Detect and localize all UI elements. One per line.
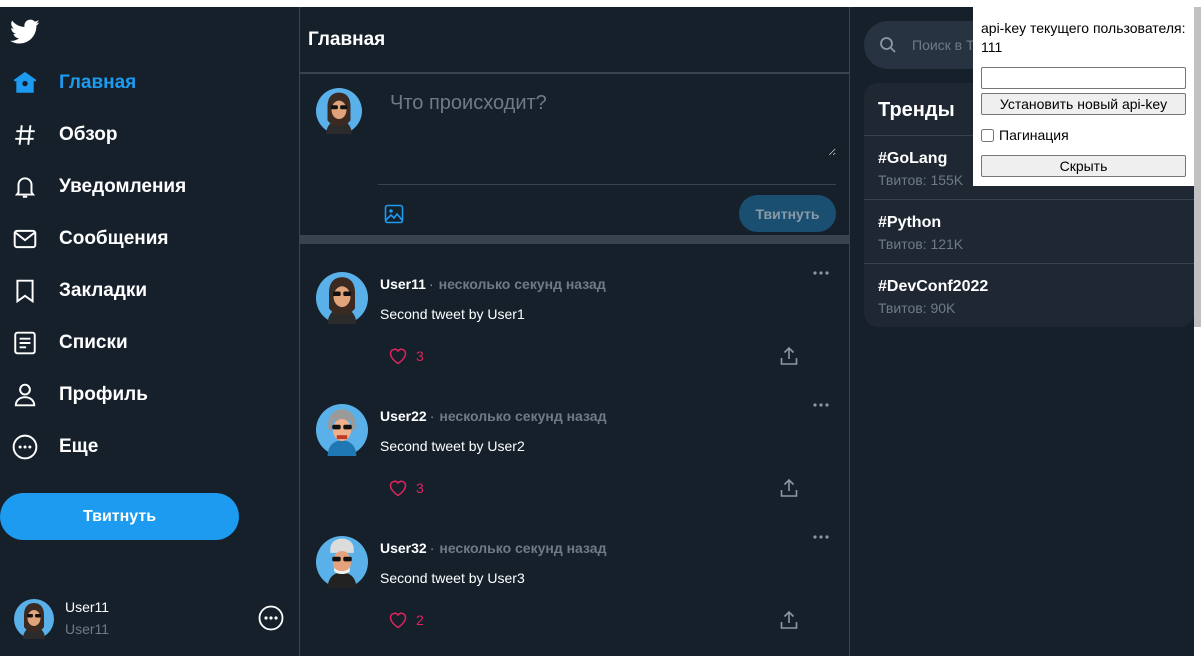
tweet-timestamp: несколько секунд назад	[438, 276, 606, 292]
avatar[interactable]	[316, 402, 368, 458]
nav-item-messages[interactable]: Сообщения	[0, 219, 169, 259]
api-key-input[interactable]	[981, 67, 1186, 89]
profile-icon	[12, 382, 38, 408]
tweet-header: User32 · несколько секунд назад	[380, 540, 606, 556]
trend-item[interactable]: #Python Твитов: 121K	[864, 199, 1194, 263]
trend-count: Твитов: 90K	[878, 300, 956, 316]
trend-tag: #DevConf2022	[878, 278, 989, 295]
scrollbar-thumb[interactable]	[1194, 7, 1201, 327]
pagination-toggle[interactable]: Пагинация	[981, 127, 1069, 143]
avatar	[14, 599, 54, 639]
compose-box: Твитнуть	[300, 74, 849, 244]
search-icon	[880, 37, 896, 53]
current-user-card[interactable]: User11 User11	[14, 597, 289, 643]
tweet-author[interactable]: User22	[380, 408, 427, 424]
avatar[interactable]	[316, 270, 368, 326]
tweet-author[interactable]: User11	[380, 276, 426, 292]
bell-icon	[12, 174, 38, 200]
set-api-key-button[interactable]: Установить новый api-key	[981, 93, 1186, 115]
trend-count: Твитов: 121K	[878, 236, 964, 252]
like-button[interactable]: 3	[388, 346, 424, 366]
bookmark-icon	[12, 278, 38, 304]
compose-submit-button[interactable]: Твитнуть	[739, 195, 836, 232]
sidebar: Главная Обзор Уведомления Сообщения Закл…	[0, 7, 299, 656]
heart-icon	[389, 348, 407, 365]
like-count: 3	[416, 348, 424, 364]
envelope-icon	[12, 226, 38, 252]
trends-title: Тренды	[878, 99, 955, 121]
separator-dot: ·	[428, 276, 434, 292]
compose-divider	[378, 184, 836, 185]
separator-dot: ·	[429, 540, 435, 556]
sidebar-tweet-button[interactable]: Твитнуть	[0, 493, 239, 540]
more-circle-icon	[12, 434, 38, 460]
trend-count: Твитов: 155K	[878, 172, 964, 188]
tweet-timestamp: несколько секунд назад	[439, 408, 607, 424]
current-user-name: User11	[65, 599, 110, 615]
nav-item-lists[interactable]: Списки	[0, 323, 128, 363]
nav-item-profile[interactable]: Профиль	[0, 375, 148, 415]
tweet-text: Second tweet by User3	[380, 570, 525, 586]
nav-item-label: Списки	[59, 332, 128, 353]
nav-item-label: Уведомления	[59, 176, 187, 197]
scrollbar[interactable]	[1194, 7, 1201, 656]
hide-popup-button[interactable]: Скрыть	[981, 155, 1186, 177]
tweet-item[interactable]: User32 · несколько секунд назад Second twe…	[300, 526, 849, 656]
current-user-handle: User11	[65, 621, 110, 637]
tweet-item[interactable]: User11 · несколько секунд назад Second twe…	[300, 262, 849, 394]
pagination-label: Пагинация	[999, 127, 1069, 143]
image-icon[interactable]	[384, 204, 404, 224]
trend-tag: #GoLang	[878, 150, 948, 167]
api-key-label-text: api-key текущего пользователя:	[981, 20, 1186, 36]
tweet-header: User22 · несколько секунд назад	[380, 408, 606, 424]
nav-item-home[interactable]: Главная	[0, 63, 136, 103]
more-circle-icon[interactable]	[258, 605, 284, 631]
heart-icon	[389, 480, 407, 497]
tweet-author[interactable]: User32	[380, 540, 427, 556]
separator-dot: ·	[429, 408, 435, 424]
avatar	[316, 88, 362, 134]
page-title: Главная	[300, 7, 849, 74]
api-key-current-value: 111	[981, 39, 1003, 55]
list-icon	[12, 330, 38, 356]
more-horizontal-icon[interactable]	[811, 532, 831, 546]
api-key-label: api-key текущего пользователя: 111	[981, 19, 1191, 57]
share-icon[interactable]	[779, 610, 799, 630]
heart-icon	[389, 612, 407, 629]
nav-item-label: Сообщения	[59, 228, 169, 249]
tweet-text: Second tweet by User1	[380, 306, 525, 322]
trend-item[interactable]: #DevConf2022 Твитов: 90K	[864, 263, 1194, 327]
nav-item-explore[interactable]: Обзор	[0, 115, 117, 155]
tweet-header: User11 · несколько секунд назад	[380, 276, 606, 292]
nav-item-more[interactable]: Еще	[0, 427, 98, 467]
tweet-text: Second tweet by User2	[380, 438, 525, 454]
browser-top-strip	[0, 0, 1201, 7]
nav-item-label: Еще	[59, 436, 99, 457]
like-button[interactable]: 3	[388, 478, 424, 498]
avatar[interactable]	[316, 534, 368, 590]
hashtag-icon	[12, 122, 38, 148]
nav-item-label: Закладки	[59, 280, 148, 301]
tweet-item[interactable]: User22 · несколько секунд назад Second twe…	[300, 394, 849, 526]
api-key-popup: api-key текущего пользователя: 111 Устан…	[973, 7, 1194, 186]
home-icon	[12, 70, 38, 96]
twitter-logo-icon[interactable]	[10, 19, 40, 45]
like-button[interactable]: 2	[388, 610, 424, 630]
nav-item-bookmarks[interactable]: Закладки	[0, 271, 147, 311]
more-horizontal-icon[interactable]	[811, 268, 831, 282]
nav-item-label: Главная	[59, 72, 137, 93]
more-horizontal-icon[interactable]	[811, 400, 831, 414]
pagination-checkbox[interactable]	[981, 128, 994, 142]
share-icon[interactable]	[779, 346, 799, 366]
like-count: 3	[416, 480, 424, 496]
main-feed: Главная Твитнуть	[299, 7, 850, 656]
nav-item-notifications[interactable]: Уведомления	[0, 167, 186, 207]
share-icon[interactable]	[779, 478, 799, 498]
trend-tag: #Python	[878, 214, 942, 231]
like-count: 2	[416, 612, 424, 628]
tweet-timestamp: несколько секунд назад	[439, 540, 607, 556]
nav-item-label: Обзор	[59, 124, 118, 145]
compose-textarea[interactable]	[378, 80, 836, 156]
nav-item-label: Профиль	[59, 384, 148, 405]
